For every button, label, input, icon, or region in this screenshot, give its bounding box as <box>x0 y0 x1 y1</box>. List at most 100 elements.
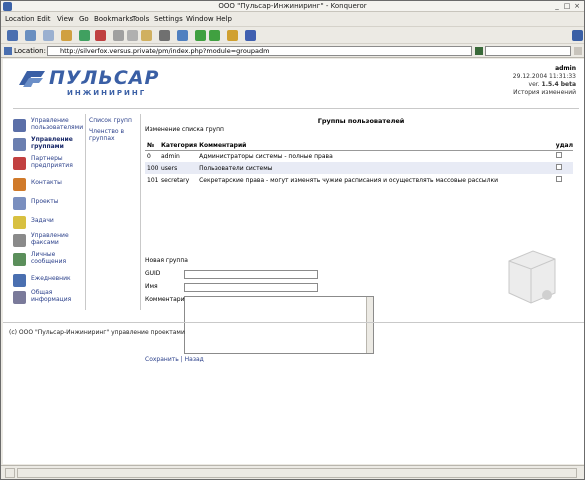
clear-location-icon[interactable] <box>4 47 12 55</box>
messages-icon <box>13 253 26 266</box>
row-id: 0 <box>147 152 151 160</box>
sidebar-item-fax[interactable]: Управление факсами <box>13 232 85 252</box>
table-row[interactable]: 100 users Пользователи системы <box>145 162 573 174</box>
sidebar-item-users[interactable]: Управление пользователями <box>13 117 85 137</box>
search-engine-icon[interactable] <box>574 47 582 55</box>
gid-input[interactable] <box>184 270 318 279</box>
menu-location[interactable]: Location <box>5 15 35 23</box>
zoom-out-icon[interactable] <box>209 30 220 41</box>
menu-bookmarks[interactable]: Bookmarks <box>94 15 133 23</box>
sidebar-item-label: Личные сообщения <box>31 251 67 265</box>
menu-help[interactable]: Help <box>216 15 232 23</box>
sidebar-item-label: Ежедневник <box>31 275 71 282</box>
maximize-icon[interactable]: □ <box>563 3 571 10</box>
menu-bar: Location Edit View Go Bookmarks Tools Se… <box>1 13 584 25</box>
users-admin-icon <box>13 119 26 132</box>
copy-icon[interactable] <box>127 30 138 41</box>
go-icon[interactable] <box>475 47 483 55</box>
status-bar <box>1 465 584 479</box>
contacts-icon <box>13 178 26 191</box>
decorative-box-icon <box>508 250 556 304</box>
sidebar-item-label: Управление пользователями <box>31 117 84 131</box>
find-icon[interactable] <box>177 30 188 41</box>
submenu: Список групп Членство в группах <box>89 117 139 142</box>
reload-icon[interactable] <box>79 30 90 41</box>
paste-icon[interactable] <box>141 30 152 41</box>
pulsar-emblem-icon <box>19 71 45 87</box>
back-icon[interactable] <box>25 30 36 41</box>
zoom-in-icon[interactable] <box>195 30 206 41</box>
security-icon[interactable] <box>227 30 238 41</box>
sidebar-item-partners[interactable]: Партнеры предприятия <box>13 155 85 175</box>
pulsar-logo: ПУЛЬСАР ИНЖИНИРИНГ <box>15 67 175 101</box>
status-text <box>17 468 577 478</box>
fax-icon <box>13 234 26 247</box>
sidebar-item-messages[interactable]: Личные сообщения <box>13 251 85 271</box>
header-divider <box>13 108 579 109</box>
info-icon <box>13 291 26 304</box>
cut-icon[interactable] <box>113 30 124 41</box>
toolbar <box>1 26 584 44</box>
table-row[interactable]: 101 secretary Секретарские права - могут… <box>145 174 573 186</box>
download-icon[interactable] <box>245 30 256 41</box>
menu-window[interactable]: Window <box>186 15 214 23</box>
group-membership-link[interactable]: Членство в группах <box>89 128 127 142</box>
partners-icon <box>13 157 26 170</box>
username: admin <box>555 65 576 72</box>
history-link[interactable]: История изменений <box>513 89 576 97</box>
home-icon[interactable] <box>61 30 72 41</box>
close-icon[interactable]: × <box>573 3 581 10</box>
menu-view[interactable]: View <box>57 15 74 23</box>
stop-icon[interactable] <box>95 30 106 41</box>
menu-settings[interactable]: Settings <box>154 15 183 23</box>
location-bar: Location: http://silverfox.versus.privat… <box>1 44 584 58</box>
sidebar-item-info[interactable]: Общая информация <box>13 289 85 309</box>
print-icon[interactable] <box>159 30 170 41</box>
window-title: ООО "Пульсар-Инжиниринг" - Konqueror <box>218 2 367 10</box>
up-icon[interactable] <box>7 30 18 41</box>
location-label: Location: <box>14 47 46 55</box>
sidebar-item-label: Партнеры предприятия <box>31 155 73 169</box>
column-header-delete: удал <box>553 141 573 151</box>
row-category[interactable]: users <box>159 162 198 174</box>
table-row[interactable]: 0 admin Администраторы системы - полные … <box>145 150 573 162</box>
delete-checkbox[interactable] <box>555 152 562 159</box>
column-header-id: № <box>145 141 159 151</box>
menu-tools[interactable]: Tools <box>132 15 149 23</box>
page-title: Группы пользователей <box>317 117 405 125</box>
back-link[interactable]: Назад <box>185 356 204 363</box>
delete-checkbox[interactable] <box>555 164 562 170</box>
row-category[interactable]: secretary <box>159 174 197 186</box>
menu-edit[interactable]: Edit <box>37 15 51 23</box>
delete-checkbox[interactable] <box>555 176 562 182</box>
save-link[interactable]: Сохранить <box>145 356 179 363</box>
sidebar-item-tasks[interactable]: Задачи <box>13 214 85 234</box>
status-indicator <box>5 468 15 478</box>
version-label: ver. <box>528 81 540 88</box>
comment-textarea[interactable] <box>184 296 374 354</box>
row-comment: Секретарские права - могут изменять чужи… <box>199 176 499 184</box>
logo-word-engineering: ИНЖИНИРИНГ <box>67 89 147 97</box>
search-input[interactable] <box>485 46 571 56</box>
web-content: ПУЛЬСАР ИНЖИНИРИНГ admin 29.12.2004 11:3… <box>3 59 584 464</box>
sidebar-item-contacts[interactable]: Контакты <box>13 176 85 196</box>
sidebar-item-label: Проекты <box>31 198 59 205</box>
name-input[interactable] <box>184 283 318 292</box>
minimize-icon[interactable]: _ <box>553 3 561 10</box>
url-input[interactable]: http://silverfox.versus.private/pm/index… <box>47 46 472 56</box>
forward-icon[interactable] <box>43 30 54 41</box>
column-header-comment: Комментарий <box>197 141 554 151</box>
group-list-link[interactable]: Список групп <box>89 117 139 124</box>
sidebar-item-groups[interactable]: Управление группами <box>13 136 85 156</box>
footer-divider <box>3 322 584 323</box>
projects-icon <box>13 197 26 210</box>
sidebar-item-projects[interactable]: Проекты <box>13 195 85 215</box>
menu-go[interactable]: Go <box>79 15 89 23</box>
version-line: ver. 1.5.4 beta <box>513 81 576 89</box>
footer-text: (c) ООО "Пульсар-Инжиниринг" управление … <box>9 329 185 336</box>
textarea-scrollbar[interactable] <box>366 297 373 353</box>
form-actions: Сохранить | Назад <box>145 356 204 363</box>
table-header: № Категория Комментарий удал <box>145 141 573 151</box>
row-comment: Администраторы системы - полные права <box>199 152 333 160</box>
row-category[interactable]: admin <box>159 150 197 162</box>
